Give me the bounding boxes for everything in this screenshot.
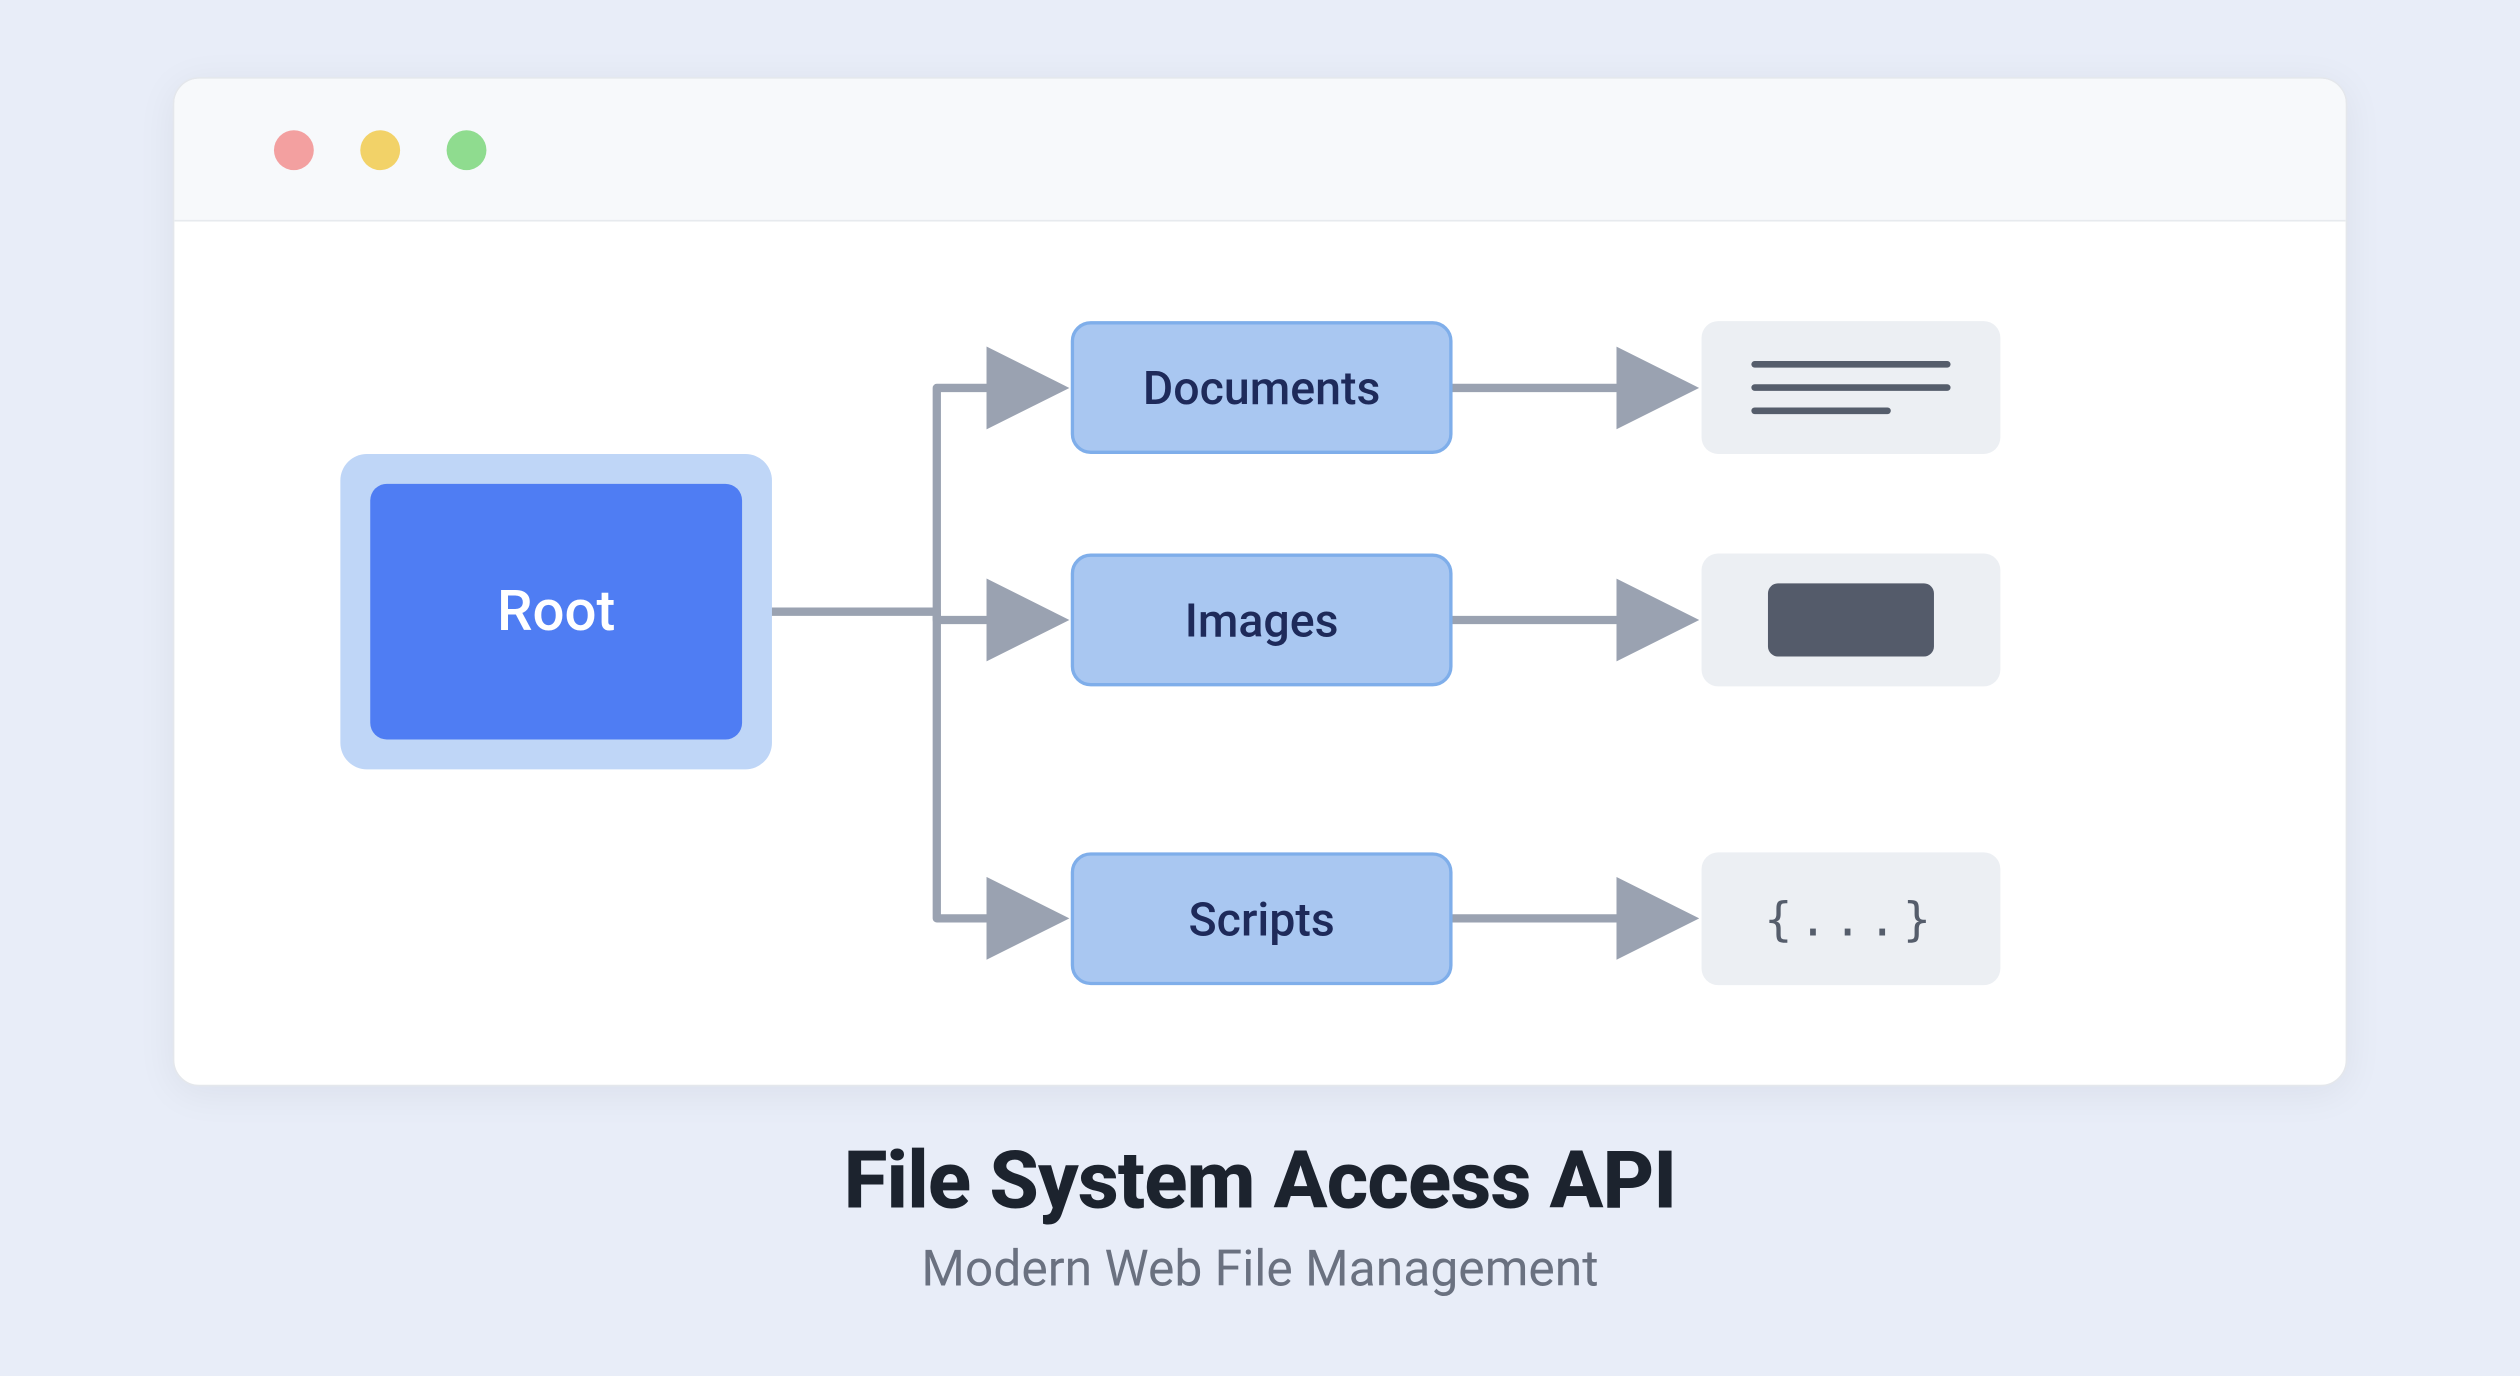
caption-subtitle: Modern Web File Management <box>2 1241 2519 1299</box>
folder-label: Images <box>1185 593 1339 648</box>
window-maximize-icon <box>447 129 487 169</box>
root-node-inner: Root <box>370 484 742 740</box>
text-file-icon <box>1702 321 2001 454</box>
folder-node-scripts: Scripts <box>1071 852 1453 985</box>
window-minimize-icon <box>360 129 400 169</box>
image-file-icon <box>1702 554 2001 687</box>
folder-node-documents: Documents <box>1071 321 1453 454</box>
folder-label: Scripts <box>1189 891 1335 946</box>
root-label: Root <box>497 578 615 644</box>
caption-title: File System Access API <box>2 1133 2519 1228</box>
root-node: Root <box>340 454 772 769</box>
code-braces-icon: {...} <box>1764 891 1937 946</box>
browser-window: Root Documents Images Scripts <box>173 77 2348 1086</box>
folder-node-images: Images <box>1071 554 1453 687</box>
caption: File System Access API Modern Web File M… <box>2 1133 2519 1299</box>
image-block-icon <box>1768 583 1934 656</box>
folder-label: Documents <box>1143 360 1380 415</box>
text-lines-icon <box>1751 361 1950 414</box>
diagram-wrapper: Root Documents Images Scripts <box>2 77 2519 1299</box>
script-file-icon: {...} <box>1702 852 2001 985</box>
diagram-canvas: Root Documents Images Scripts <box>174 222 2345 1085</box>
window-close-icon <box>274 129 314 169</box>
window-titlebar <box>174 79 2345 222</box>
